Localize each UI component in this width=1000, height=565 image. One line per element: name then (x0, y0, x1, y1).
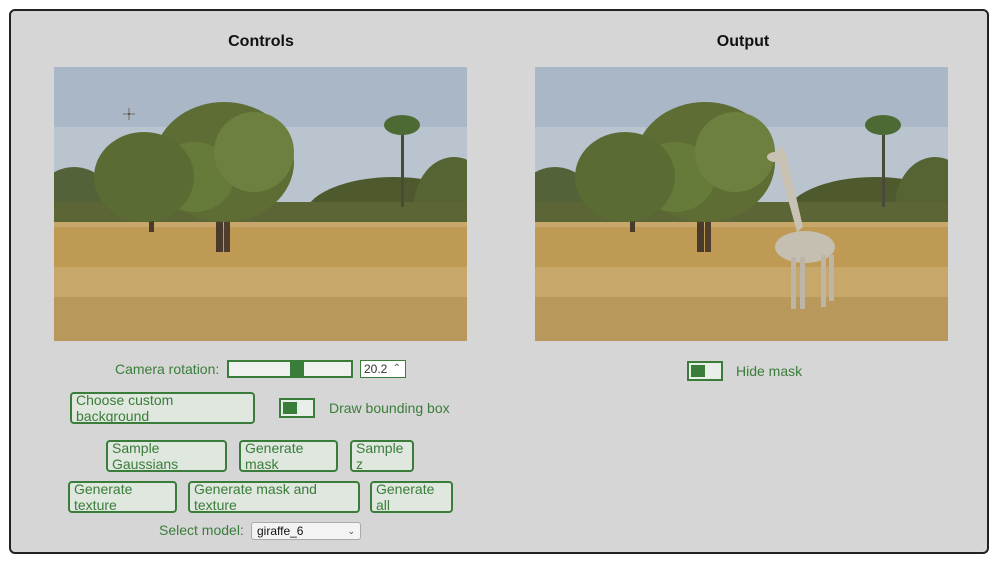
slider-thumb[interactable] (290, 362, 304, 376)
generate-mask-button[interactable]: Generate mask (239, 440, 338, 472)
draw-bounding-box-toggle[interactable] (279, 398, 315, 418)
app-frame: Controls Camera rotation: 20.2 ⌃ Choose … (9, 9, 989, 554)
generate-all-button[interactable]: Generate all (370, 481, 453, 513)
select-model-label: Select model: (159, 522, 244, 538)
hide-mask-toggle[interactable] (687, 361, 723, 381)
sample-gaussians-button[interactable]: Sample Gaussians (106, 440, 227, 472)
controls-heading: Controls (228, 33, 294, 50)
camera-rotation-value: 20.2 (364, 362, 388, 376)
output-image (535, 67, 948, 341)
output-heading: Output (716, 33, 770, 50)
camera-rotation-label: Camera rotation: (115, 361, 220, 377)
camera-rotation-input[interactable]: 20.2 ⌃ (360, 360, 406, 378)
spinner-arrows-icon[interactable]: ⌃ (393, 361, 401, 377)
draw-bounding-box-label: Draw bounding box (329, 400, 450, 416)
chevron-down-icon: ⌄ (347, 526, 355, 536)
model-select-value: giraffe_6 (257, 524, 304, 538)
sample-z-button[interactable]: Sample z (350, 440, 414, 472)
generate-mask-and-texture-button[interactable]: Generate mask and texture (188, 481, 360, 513)
crosshair-cursor-icon (123, 108, 135, 120)
toggle-knob (283, 402, 297, 414)
camera-rotation-slider[interactable] (227, 360, 353, 378)
toggle-knob (691, 365, 705, 377)
hide-mask-label: Hide mask (736, 363, 803, 379)
model-select[interactable]: giraffe_6 ⌄ (251, 522, 361, 540)
background-image-canvas[interactable] (54, 67, 467, 341)
generated-scene-image (535, 67, 948, 341)
savanna-background-image (54, 67, 467, 341)
generate-texture-button[interactable]: Generate texture (68, 481, 177, 513)
choose-background-button[interactable]: Choose custom background (70, 392, 255, 424)
